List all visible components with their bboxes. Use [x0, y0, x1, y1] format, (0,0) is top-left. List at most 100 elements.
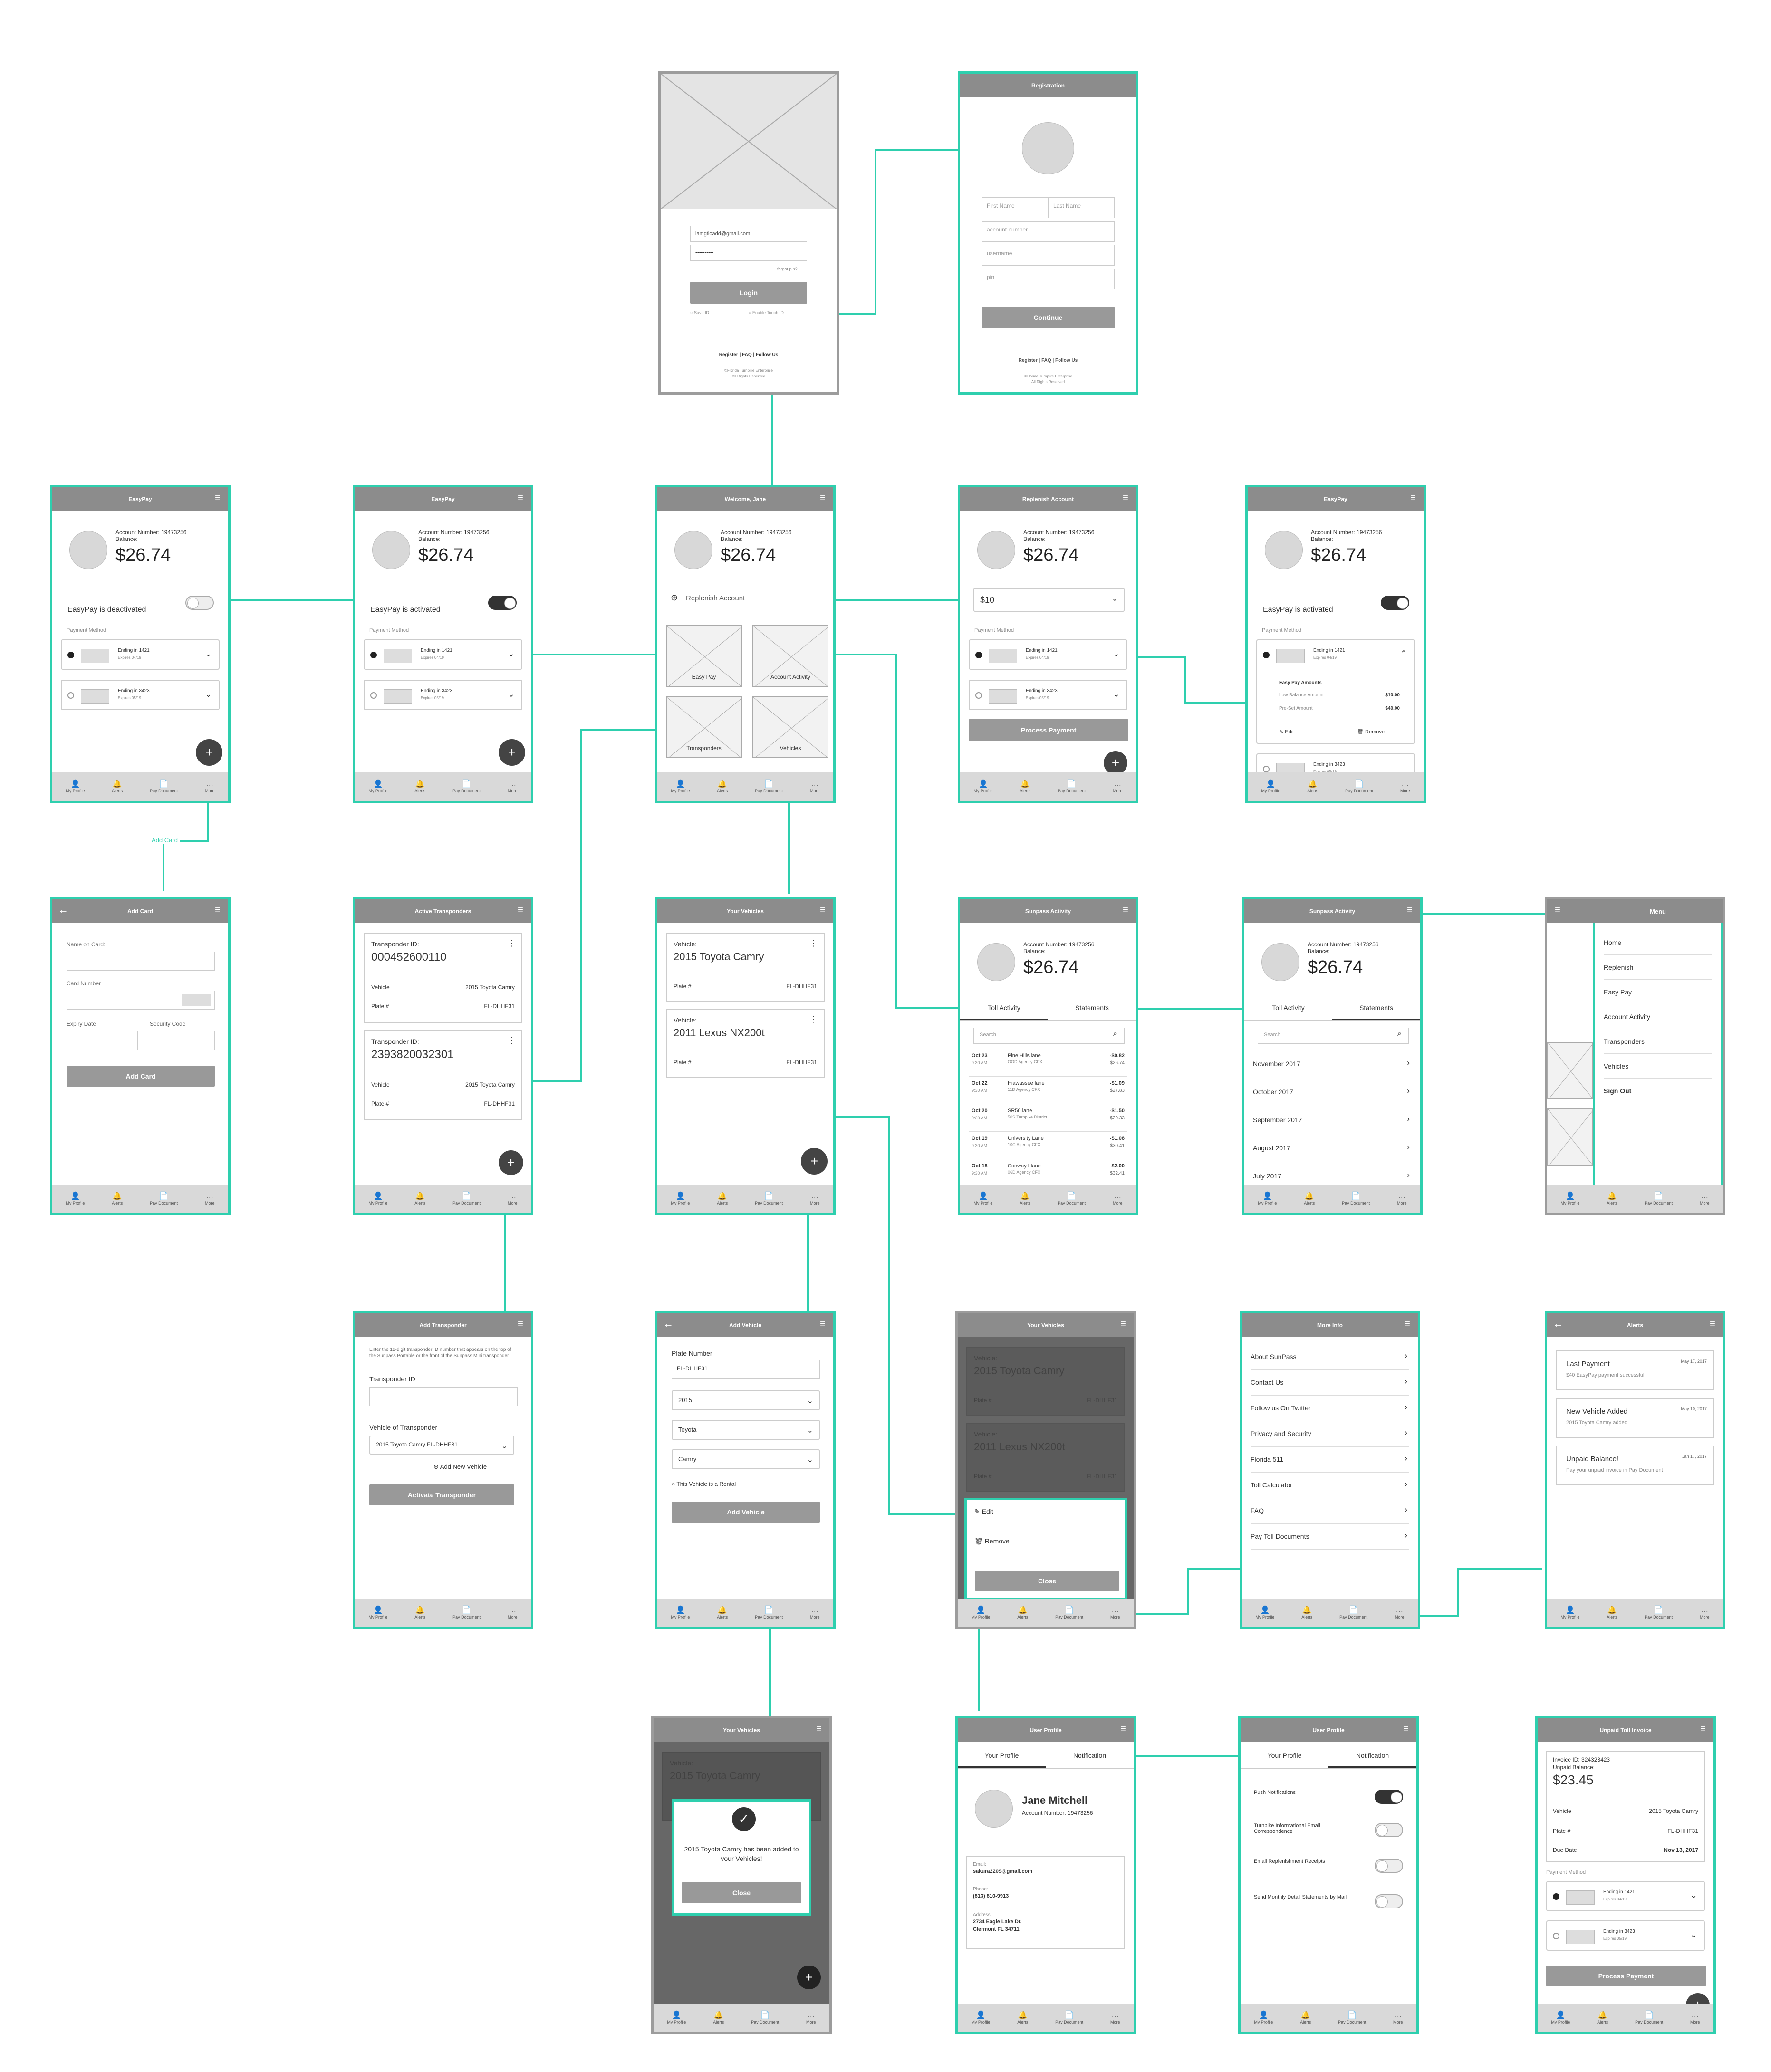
avatar[interactable]	[1022, 122, 1074, 174]
nav-item-pay-document[interactable]: 📄 Pay Document	[150, 1192, 178, 1205]
tab-statements[interactable]: Statements	[1332, 994, 1420, 1020]
menu-icon[interactable]: ≡	[1121, 905, 1130, 915]
remove-option[interactable]: 🗑 Remove	[974, 1537, 1010, 1545]
nav-item-pay-document[interactable]: 📄 Pay Document	[1058, 780, 1086, 793]
add-card-button[interactable]: Add Card	[67, 1066, 215, 1087]
menu-icon[interactable]: ≡	[1408, 493, 1418, 502]
forgot-pin-link[interactable]: forgot pin?	[777, 267, 798, 271]
menu-item-easy-pay[interactable]: Easy Pay	[1604, 980, 1712, 1004]
vehicle-select[interactable]: 2015 Toyota Camry FL-DHHF31 ⌄	[369, 1436, 514, 1455]
menu-icon[interactable]: ≡	[1401, 1724, 1411, 1734]
nav-item-pay-document[interactable]: 📄 Pay Document	[1635, 2011, 1663, 2024]
menu-item-account-activity[interactable]: Account Activity	[1604, 1004, 1712, 1029]
menu-icon[interactable]: ≡	[1118, 1319, 1128, 1329]
year-select[interactable]: 2015 ⌄	[672, 1390, 820, 1410]
nav-item-pay-document[interactable]: 📄 Pay Document	[452, 1192, 481, 1205]
notification-toggle[interactable]	[1375, 1894, 1403, 1908]
chevron-down-icon[interactable]: ⌄	[1113, 689, 1120, 699]
nav-item-more[interactable]: … More	[1113, 1192, 1123, 1205]
touch-id-checkbox[interactable]: ○ Enable Touch ID	[749, 310, 784, 315]
nav-item-my-profile[interactable]: 👤 My Profile	[368, 780, 387, 793]
edit-option[interactable]: ✎ Edit	[974, 1508, 993, 1516]
search-input[interactable]: Search	[973, 1028, 1125, 1044]
easypay-toggle[interactable]	[1381, 596, 1409, 610]
toll-row[interactable]: Oct 20 9:30 AM SR50 lane 50S Turnpike Distr…	[969, 1104, 1127, 1132]
nav-item-alerts[interactable]: 🔔 Alerts	[414, 1192, 425, 1205]
chevron-down-icon[interactable]: ⌄	[1113, 649, 1120, 659]
nav-item-more[interactable]: … More	[1395, 1606, 1405, 1619]
footer-links[interactable]: Register | FAQ | Follow Us	[960, 358, 1136, 363]
model-select[interactable]: Camry ⌄	[672, 1449, 820, 1469]
easypay-toggle[interactable]	[185, 596, 214, 610]
card-ending-1421[interactable]: Ending in 1421 Expires 04/19 ⌄	[364, 639, 522, 670]
nav-item-my-profile[interactable]: 👤 My Profile	[1261, 780, 1280, 793]
radio-selected[interactable]	[67, 652, 74, 658]
card-ending-1421[interactable]: Ending in 1421 Expires 04/19 ⌄	[1546, 1881, 1705, 1911]
search-input[interactable]: Search	[1258, 1028, 1409, 1044]
nav-item-my-profile[interactable]: 👤 My Profile	[1560, 1606, 1579, 1619]
nav-item-pay-document[interactable]: 📄 Pay Document	[1055, 2011, 1083, 2024]
radio-selected[interactable]	[1263, 652, 1270, 658]
nav-item-my-profile[interactable]: 👤 My Profile	[671, 1606, 690, 1619]
nav-item-pay-document[interactable]: 📄 Pay Document	[452, 780, 481, 793]
nav-item-pay-document[interactable]: 📄 Pay Document	[452, 1606, 481, 1619]
nav-item-more[interactable]: … More	[508, 1606, 518, 1619]
back-arrow-icon[interactable]: ←	[663, 1319, 674, 1329]
login-button[interactable]: Login	[690, 282, 807, 304]
nav-item-alerts[interactable]: 🔔 Alerts	[717, 1606, 728, 1619]
tab-notification[interactable]: Notification	[1046, 1742, 1134, 1768]
nav-item-my-profile[interactable]: 👤 My Profile	[1254, 2011, 1273, 2024]
nav-item-more[interactable]: … More	[1397, 1192, 1407, 1205]
nav-item-more[interactable]: … More	[1400, 780, 1410, 793]
close-button[interactable]: Close	[682, 1882, 801, 1903]
plus-circle-icon[interactable]: ⊕	[671, 593, 678, 603]
security-code-field[interactable]	[145, 1031, 215, 1050]
pin-field[interactable]: pin	[982, 269, 1115, 289]
nav-item-pay-document[interactable]: 📄 Pay Document	[755, 1606, 783, 1619]
password-field[interactable]: ••••••••••	[690, 245, 807, 261]
alert-card[interactable]: Last Payment May 17, 2017 $40 EasyPay paym…	[1556, 1350, 1714, 1390]
nav-item-pay-document[interactable]: 📄 Pay Document	[150, 780, 178, 793]
plate-number-field[interactable]: FL-DHHF31	[672, 1360, 820, 1379]
continue-button[interactable]: Continue	[982, 307, 1115, 328]
info-item-toll-calculator[interactable]: Toll Calculator ›	[1251, 1473, 1409, 1498]
edit-button[interactable]: ✎ Edit	[1279, 729, 1294, 735]
nav-item-more[interactable]: … More	[508, 780, 518, 793]
nav-item-my-profile[interactable]: 👤 My Profile	[1258, 1192, 1277, 1205]
replenish-account-link[interactable]: Replenish Account	[686, 594, 824, 602]
card-ending-1421[interactable]: Ending in 1421 Expires 04/19 ⌄	[61, 639, 220, 670]
info-item-pay-toll-documents[interactable]: Pay Toll Documents ›	[1251, 1524, 1409, 1550]
nav-item-alerts[interactable]: 🔔 Alerts	[112, 780, 123, 793]
expiry-field[interactable]	[67, 1031, 138, 1050]
nav-item-pay-document[interactable]: 📄 Pay Document	[1055, 1606, 1083, 1619]
menu-icon[interactable]: ≡	[1118, 1724, 1128, 1734]
last-name-field[interactable]: Last Name	[1048, 197, 1115, 218]
remove-button[interactable]: 🗑 Remove	[1357, 729, 1385, 735]
menu-item-sign-out[interactable]: Sign Out	[1604, 1079, 1712, 1103]
add-vehicle-fab[interactable]: +	[801, 1148, 828, 1175]
card-ending-3423[interactable]: Ending in 3423 Expires 05/19 ⌄	[969, 680, 1127, 710]
alert-card[interactable]: New Vehicle Added May 10, 2017 2015 Toyota…	[1556, 1398, 1714, 1438]
tile-vehicles[interactable]: Vehicles	[752, 696, 828, 758]
nav-item-pay-document[interactable]: 📄 Pay Document	[1338, 2011, 1366, 2024]
nav-item-my-profile[interactable]: 👤 My Profile	[973, 780, 992, 793]
transponder-card[interactable]: Transponder ID: 2393820032301 ⋮ Vehicle …	[364, 1030, 522, 1120]
notification-toggle[interactable]	[1375, 1790, 1403, 1804]
nav-item-alerts[interactable]: 🔔 Alerts	[1597, 2011, 1608, 2024]
info-item-contact[interactable]: Contact Us ›	[1251, 1370, 1409, 1396]
nav-item-more[interactable]: … More	[806, 2011, 816, 2024]
make-select[interactable]: Toyota ⌄	[672, 1420, 820, 1440]
nav-item-my-profile[interactable]: 👤 My Profile	[1255, 1606, 1274, 1619]
transponder-id-field[interactable]	[369, 1387, 518, 1406]
radio-unselected[interactable]	[1553, 1933, 1559, 1939]
nav-item-alerts[interactable]: 🔔 Alerts	[1607, 1606, 1617, 1619]
menu-icon[interactable]: ≡	[818, 905, 828, 915]
nav-item-more[interactable]: … More	[1690, 2011, 1700, 2024]
rental-checkbox[interactable]: ○ This Vehicle is a Rental	[672, 1481, 736, 1487]
nav-item-more[interactable]: … More	[1700, 1606, 1710, 1619]
nav-item-more[interactable]: … More	[1113, 780, 1123, 793]
tab-statements[interactable]: Statements	[1048, 994, 1136, 1020]
info-item-about[interactable]: About SunPass ›	[1251, 1344, 1409, 1370]
toll-row[interactable]: Oct 19 9:30 AM University Lane 10C Agency C…	[969, 1132, 1127, 1159]
back-arrow-icon[interactable]: ←	[1553, 1319, 1563, 1329]
